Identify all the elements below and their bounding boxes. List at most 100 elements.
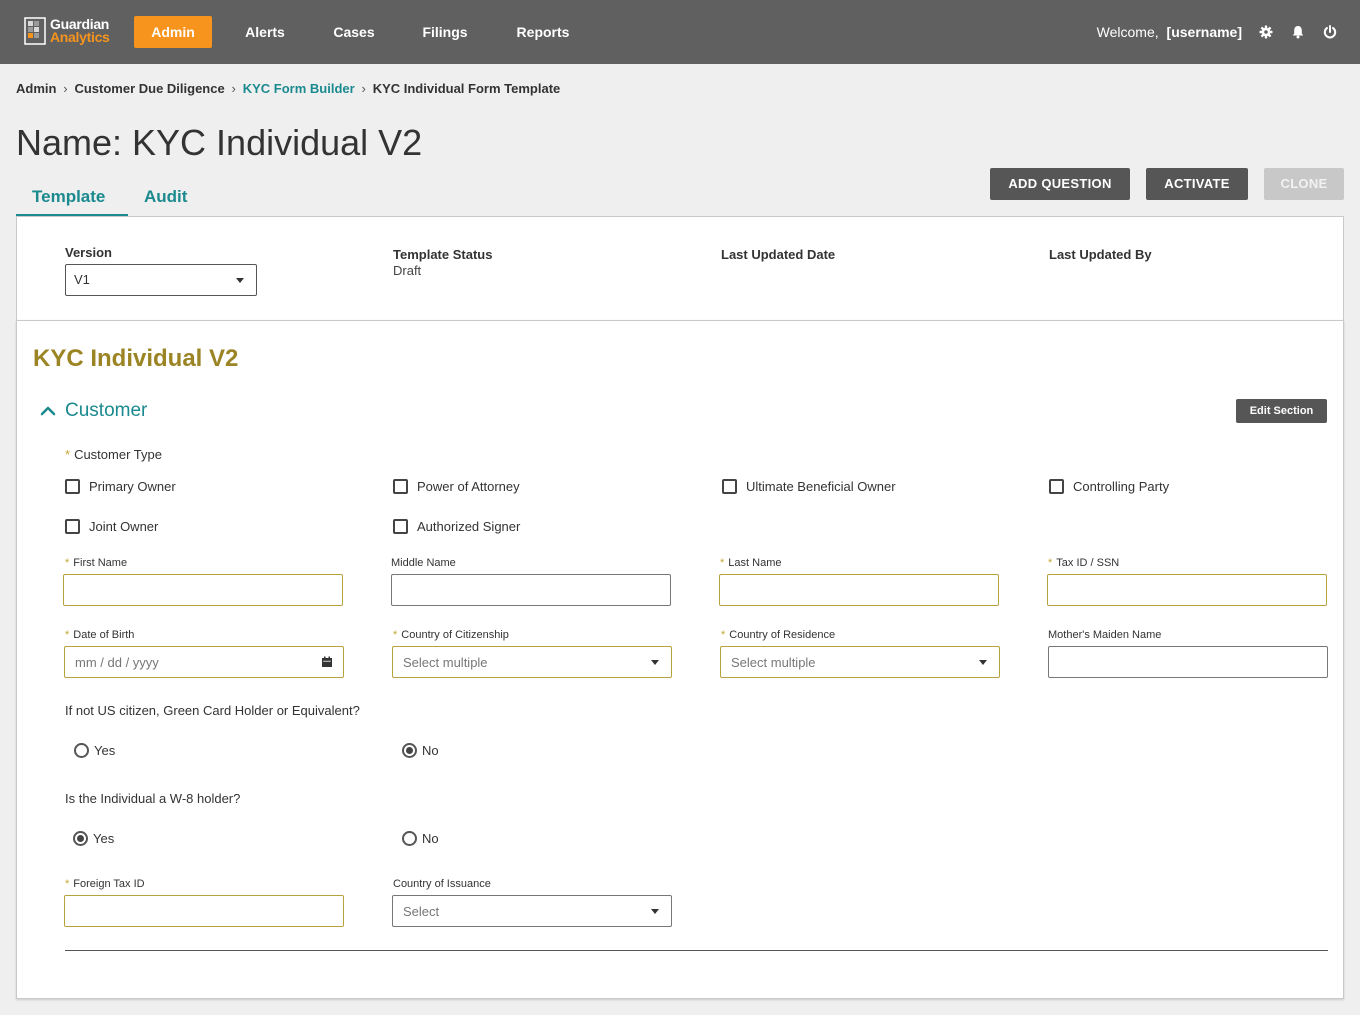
country-of-issuance-select[interactable]: Select [392,895,672,927]
country-of-citizenship-select[interactable]: Select multiple [392,646,672,678]
breadcrumb-kyc-form-builder[interactable]: KYC Form Builder [243,81,355,96]
caret-down-icon [979,660,987,665]
radio-green-card-no[interactable] [402,743,417,758]
logo-mark-icon [24,17,46,45]
tax-id-text: Tax ID / SSN [1056,557,1120,569]
version-value: V1 [74,272,90,287]
form-title: KYC Individual V2 [33,345,239,372]
last-updated-by-label: Last Updated By [1049,247,1152,262]
tab-audit[interactable]: Audit [144,187,187,207]
chevron-right-icon: › [231,81,236,96]
version-select[interactable]: V1 [65,264,257,296]
welcome-text: Welcome, [username] [1097,24,1242,40]
add-question-button[interactable]: ADD QUESTION [990,168,1130,200]
radio-label-green-card-yes: Yes [94,743,116,758]
dob-label: * Date of Birth [65,629,134,641]
radio-w8-no[interactable] [402,831,417,846]
first-name-label: * First Name [65,557,127,569]
checkbox-controlling-party[interactable] [1049,479,1064,494]
top-navigation: Guardian Analytics Admin Alerts Cases Fi… [0,0,1360,64]
checkbox-label-primary-owner: Primary Owner [89,479,176,494]
radio-w8-yes[interactable] [73,831,88,846]
radio-label-w8-yes: Yes [93,831,115,846]
section-title-customer[interactable]: Customer [65,400,147,422]
guardian-analytics-logo[interactable]: Guardian Analytics [24,17,114,47]
foreign-tax-id-label: * Foreign Tax ID [65,878,145,890]
dob-placeholder: mm / dd / yyyy [75,655,159,670]
breadcrumb-current: KYC Individual Form Template [372,81,561,96]
date-of-birth-input[interactable]: mm / dd / yyyy [64,646,344,678]
chevron-up-icon[interactable] [40,403,56,419]
foreign-tax-id-text: Foreign Tax ID [73,878,145,890]
checkbox-label-authorized-signer: Authorized Signer [417,519,521,534]
caret-down-icon [651,660,659,665]
username[interactable]: [username] [1167,24,1242,40]
breadcrumb-customer-due-diligence[interactable]: Customer Due Diligence [74,81,224,96]
bell-icon[interactable] [1290,24,1306,40]
tab-template[interactable]: Template [32,187,105,207]
checkbox-label-ultimate-beneficial-owner: Ultimate Beneficial Owner [746,479,896,494]
checkbox-authorized-signer[interactable] [393,519,408,534]
form-panel: KYC Individual V2 Customer Edit Section … [16,320,1344,999]
caret-down-icon [236,278,244,283]
checkbox-ultimate-beneficial-owner[interactable] [722,479,737,494]
breadcrumb: Admin › Customer Due Diligence › KYC For… [16,81,560,96]
issuance-placeholder: Select [403,904,440,919]
w8-holder-question: Is the Individual a W-8 holder? [65,791,241,806]
template-status-label: Template Status [393,247,493,262]
maiden-name-label: Mother's Maiden Name [1048,629,1162,641]
residence-label: * Country of Residence [721,629,835,641]
breadcrumb-admin[interactable]: Admin [16,81,56,96]
checkbox-joint-owner[interactable] [65,519,80,534]
checkbox-power-of-attorney[interactable] [393,479,408,494]
activate-button[interactable]: ACTIVATE [1146,168,1248,200]
tax-id-label: * Tax ID / SSN [1048,557,1119,569]
gear-icon[interactable] [1258,24,1274,40]
nav-item-filings[interactable]: Filings [410,16,480,48]
radio-green-card-yes[interactable] [74,743,89,758]
residence-text: Country of Residence [729,629,836,641]
dob-text: Date of Birth [73,629,135,641]
required-mark: * [393,629,398,641]
country-of-residence-select[interactable]: Select multiple [720,646,1000,678]
first-name-input[interactable] [63,574,343,606]
nav-item-cases[interactable]: Cases [322,16,386,48]
citizenship-placeholder: Select multiple [403,655,488,670]
maiden-name-input[interactable] [1048,646,1328,678]
checkbox-label-controlling-party: Controlling Party [1073,479,1170,494]
last-name-label: * Last Name [720,557,781,569]
last-name-input[interactable] [719,574,999,606]
middle-name-label: Middle Name [391,557,456,569]
template-meta-panel: Version V1 Template Status Draft Last Up… [16,216,1344,321]
version-label: Version [65,245,112,260]
nav-item-admin[interactable]: Admin [134,16,212,48]
edit-section-button[interactable]: Edit Section [1236,399,1327,423]
last-updated-date-label: Last Updated Date [721,247,836,262]
residence-placeholder: Select multiple [731,655,816,670]
required-mark: * [721,629,726,641]
last-name-text: Last Name [728,557,782,569]
calendar-icon[interactable] [321,656,333,668]
power-icon[interactable] [1322,24,1338,40]
required-mark: * [1048,557,1053,569]
foreign-tax-id-input[interactable] [64,895,344,927]
caret-down-icon [651,909,659,914]
tax-id-input[interactable] [1047,574,1327,606]
first-name-text: First Name [73,557,128,569]
required-mark: * [720,557,725,569]
logo-text-line2: Analytics [50,29,110,45]
middle-name-input[interactable] [391,574,671,606]
required-mark: * [65,878,70,890]
checkbox-primary-owner[interactable] [65,479,80,494]
template-status-value: Draft [393,263,422,278]
section-divider [65,950,1328,951]
checkbox-label-joint-owner: Joint Owner [89,519,159,534]
chevron-right-icon: › [361,81,366,96]
checkbox-label-power-of-attorney: Power of Attorney [417,479,520,494]
citizenship-text: Country of Citizenship [401,629,509,641]
nav-item-alerts[interactable]: Alerts [232,16,298,48]
welcome-label: Welcome, [1096,24,1159,40]
customer-type-text: Customer Type [74,447,162,462]
nav-item-reports[interactable]: Reports [505,16,581,48]
green-card-question: If not US citizen, Green Card Holder or … [65,703,360,718]
